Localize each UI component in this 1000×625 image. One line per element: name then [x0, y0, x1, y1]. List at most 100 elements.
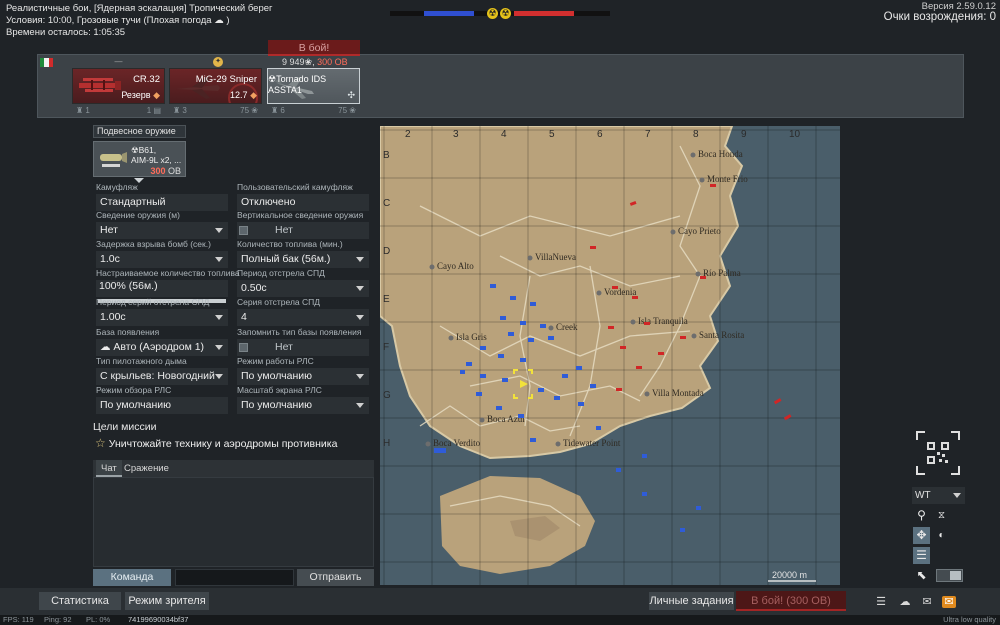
- respawn-points: Очки возрождения: 0: [883, 11, 996, 23]
- mission-title: Цели миссии: [93, 421, 157, 433]
- to-battle-top-button[interactable]: В бой!: [268, 40, 360, 56]
- status-bar: FPS: 119 Ping: 92 PL: 0% 74199690034bf37…: [0, 615, 1000, 625]
- packet-loss-label: PL: 0%: [86, 615, 111, 624]
- tab-battle[interactable]: Сражение: [119, 460, 174, 477]
- bomb-delay-select[interactable]: 1.0с: [96, 251, 228, 268]
- map-column-label: 2: [405, 129, 411, 140]
- qr-code-icon: [927, 442, 949, 464]
- map-place-label: Creek: [556, 322, 578, 332]
- map-place-label: Cayo Prieto: [678, 226, 721, 236]
- mouse-scroll-icon: ⧖: [937, 510, 946, 521]
- cm-series-select[interactable]: 4: [237, 309, 369, 326]
- vehicle-card-footer: ♜ 6 75 ❀: [271, 106, 356, 115]
- map-place-dot: [690, 152, 696, 158]
- smoke-select[interactable]: С крыльев: Новогодний: [96, 368, 228, 385]
- fuel-select[interactable]: Полный бак (56м.): [237, 251, 369, 268]
- radar-mode-select[interactable]: По умолчанию: [237, 368, 369, 385]
- ally-score-fill: [424, 11, 474, 16]
- radar-scan-select[interactable]: По умолчанию: [96, 397, 228, 414]
- chat-tabs: Чат Сражение: [93, 460, 374, 477]
- map-column-label: 4: [501, 129, 507, 140]
- cm-series-period-select[interactable]: 1.00с: [96, 309, 228, 326]
- radar-scan-field: Режим обзора РЛС По умолчанию: [96, 385, 228, 414]
- custom-camo-field: Пользовательский камуфляж Отключено: [237, 182, 369, 211]
- map-place-dot: [479, 417, 485, 423]
- chevron-down-icon: [356, 257, 364, 262]
- map-column-label: 9: [741, 129, 747, 140]
- vehicle-card-mig29[interactable]: MiG-29 Sniper 12.7 ◆: [169, 68, 262, 104]
- spawn-base-select[interactable]: ☁ Авто (Аэродром 1): [96, 339, 228, 356]
- squad-icon[interactable]: ☁: [898, 596, 912, 608]
- quality-label: Ultra low quality: [943, 615, 996, 624]
- remember-base-checkbox[interactable]: Нет: [237, 339, 369, 356]
- nuke-icon: ☢: [487, 8, 498, 19]
- move-icon[interactable]: ✥: [913, 527, 930, 544]
- settings-sliders-icon[interactable]: ☰: [913, 547, 930, 564]
- to-battle-button[interactable]: В бой! (300 ОВ): [736, 591, 846, 611]
- map-place-dot: [555, 441, 561, 447]
- vehicle-card-footer: ♜ 1 1 ▤: [76, 106, 161, 115]
- map-place-label: Monte Frio: [707, 174, 748, 184]
- cm-period-select[interactable]: 0.50с: [237, 280, 369, 297]
- map-place-dot: [695, 271, 701, 277]
- map-column-label: 5: [549, 129, 555, 140]
- vehicle-spawn-cost: 9 949❀, 300 ОВ: [282, 57, 348, 67]
- map-row-label: G: [383, 390, 391, 401]
- battle-info: Реалистичные бои, [Ядерная эскалация] Тр…: [6, 3, 273, 39]
- vehicle-card-tornado[interactable]: ☢Tornado IDS ASSTA1 ✣: [267, 68, 360, 104]
- radar-scale-select[interactable]: По умолчанию: [237, 397, 369, 414]
- mail-icon[interactable]: ✉: [942, 596, 956, 608]
- map-column-label: 10: [789, 129, 801, 140]
- chevron-down-icon: [356, 403, 364, 408]
- tab-chat[interactable]: Чат: [96, 460, 122, 477]
- vehicle-name: ☢Tornado IDS ASSTA1: [268, 74, 327, 95]
- weapons-tab[interactable]: Подвесное оружие: [93, 125, 186, 138]
- list-icon[interactable]: ☰: [874, 596, 888, 608]
- cursor-icon[interactable]: ⬉: [913, 567, 930, 584]
- custom-fuel-slider[interactable]: 100% (56м.): [96, 280, 228, 303]
- chat-send-button[interactable]: Отправить: [297, 569, 374, 586]
- spectator-button[interactable]: Режим зрителя: [125, 592, 209, 610]
- chat-log[interactable]: [93, 477, 374, 567]
- map-toggle[interactable]: [936, 569, 963, 582]
- weapon-preset-card[interactable]: ☢B61, AIM-9L x2, ... 300 ОВ: [93, 141, 186, 177]
- tactical-map[interactable]: 2 3 4 5 6 7 8 9 10 B C D E F G H Boca Honda Monte Frio C…: [380, 126, 840, 585]
- map-row-label: C: [383, 198, 390, 209]
- radar-scale-field: Масштаб экрана РЛС По умолчанию: [237, 385, 369, 414]
- time-remaining: Времени осталось: 1:05:35: [6, 27, 126, 38]
- ping-label: Ping: 92: [44, 615, 72, 624]
- map-place-dot: [425, 441, 431, 447]
- map-column-label: 6: [597, 129, 603, 140]
- biplane-icon: [79, 78, 121, 92]
- convergence-select[interactable]: Нет: [96, 222, 228, 239]
- vehicle-card-cr32[interactable]: CR.32 Резерв ◆: [72, 68, 165, 104]
- checkbox-icon: [239, 226, 248, 235]
- map-place-dot: [644, 391, 650, 397]
- chevron-down-icon: [953, 493, 961, 498]
- chat-input[interactable]: [175, 569, 294, 586]
- map-place-label: VillaNueva: [535, 252, 576, 262]
- map-place-dot: [630, 319, 636, 325]
- qr-code-button[interactable]: [914, 429, 962, 477]
- map-place-label: Río Palma: [703, 268, 741, 278]
- enemy-score-fill: [514, 11, 574, 16]
- camouflage-select[interactable]: Стандартный: [96, 194, 228, 211]
- vehicle-status: 12.7 ◆: [230, 90, 257, 100]
- map-row-label: B: [383, 150, 390, 161]
- cm-period-field: Период отстрела СПД 0.50с: [237, 268, 369, 297]
- battle-conditions: Условия: 10:00, Грозовые тучи (Плохая по…: [6, 15, 230, 26]
- vert-convergence-checkbox[interactable]: Нет: [237, 222, 369, 239]
- map-scale: 20000 m: [772, 570, 807, 580]
- personal-tasks-button[interactable]: Личные задания: [649, 592, 734, 610]
- custom-camo-select[interactable]: Отключено: [237, 194, 369, 211]
- vehicle-card-top-label: —: [114, 57, 123, 66]
- chat-bubble-icon[interactable]: ✉: [920, 596, 934, 608]
- map-place-label: Villa Montada: [652, 388, 704, 398]
- vehicle-status: ✣: [347, 90, 355, 100]
- stats-button[interactable]: Статистика: [39, 592, 121, 610]
- map-place-dot: [429, 264, 435, 270]
- vert-convergence-field: Вертикальное сведение оружия Нет: [237, 210, 369, 239]
- map-mode-select[interactable]: WT: [912, 487, 965, 504]
- chat-team-button[interactable]: Команда: [93, 569, 171, 586]
- zoom-icon[interactable]: ⚲: [913, 507, 930, 524]
